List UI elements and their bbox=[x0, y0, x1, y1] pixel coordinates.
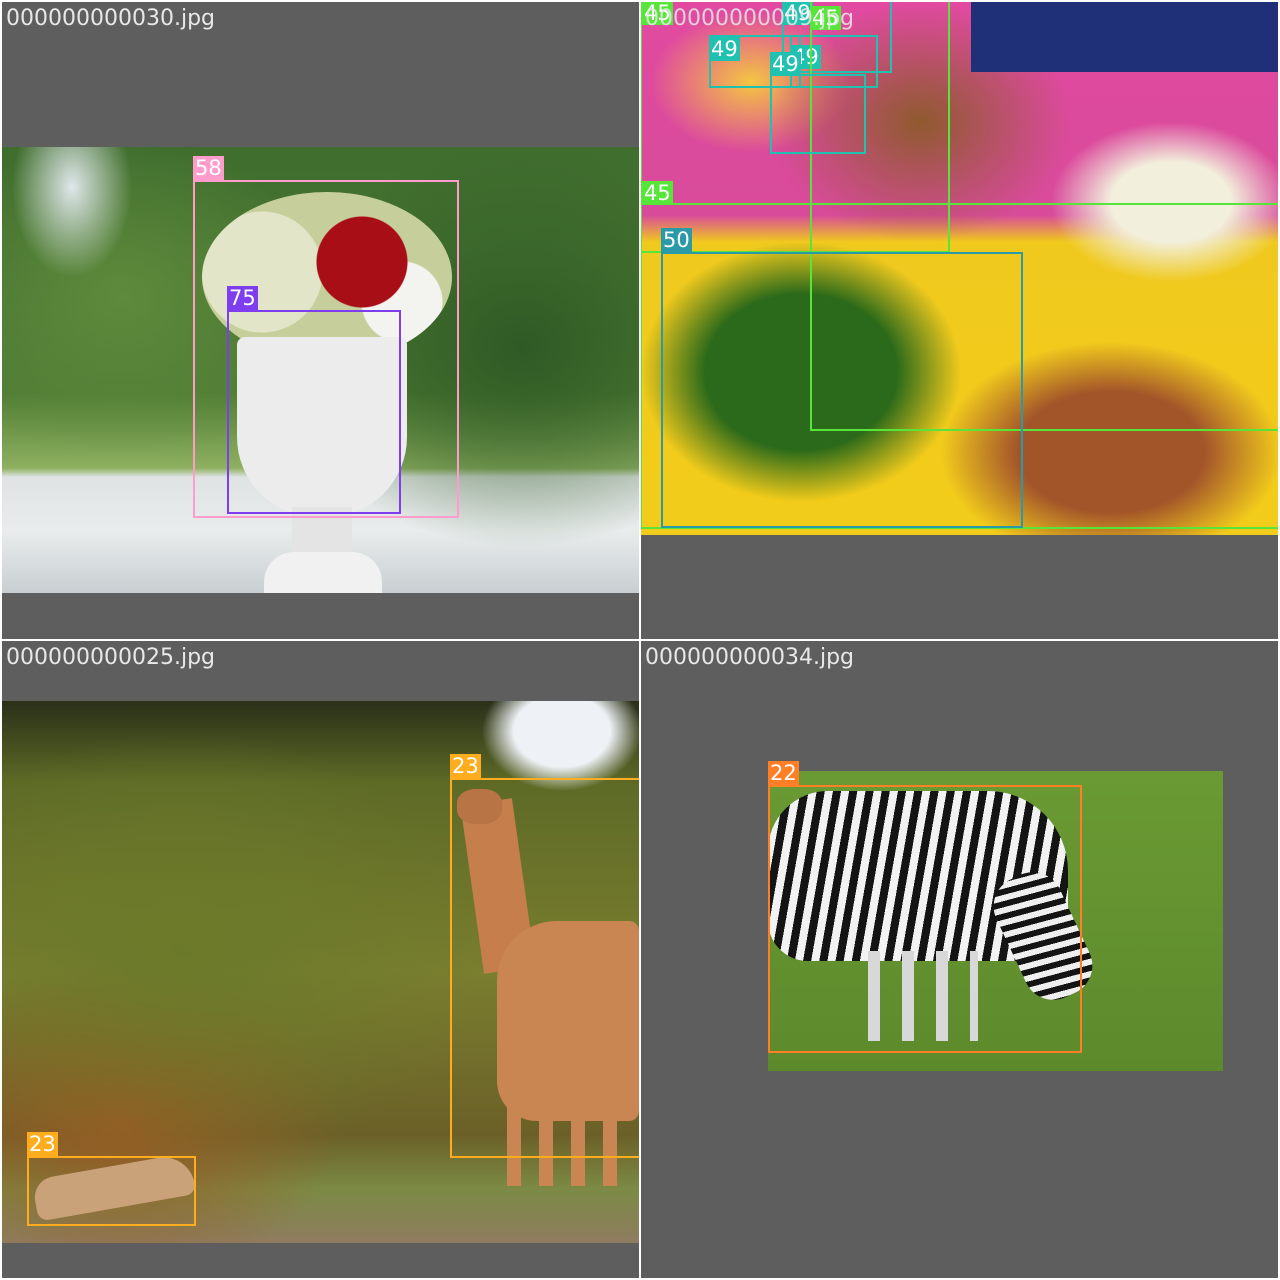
image-filename: 000000000009.jpg bbox=[645, 6, 854, 31]
box-label: 23 bbox=[450, 754, 481, 778]
image-filename: 000000000025.jpg bbox=[6, 645, 215, 670]
box-label: 75 bbox=[227, 286, 258, 310]
image-filename: 000000000030.jpg bbox=[6, 6, 215, 31]
box-label: 45 bbox=[642, 181, 673, 205]
box-label: 23 bbox=[27, 1132, 58, 1156]
image-tile-2: 000000000009.jpg 45 49 49 49 45 49 45 50 bbox=[641, 2, 1278, 639]
vase-foot bbox=[264, 552, 382, 593]
box-label: 49 bbox=[770, 52, 801, 76]
box-label: 50 bbox=[661, 228, 692, 252]
box-label: 49 bbox=[709, 37, 740, 61]
bounding-box: 75 bbox=[227, 286, 401, 514]
bounding-box: 23 bbox=[27, 1132, 196, 1226]
bounding-box: 22 bbox=[768, 761, 1082, 1053]
image-filename: 000000000034.jpg bbox=[645, 645, 854, 670]
image-tile-1: 000000000030.jpg 58 75 bbox=[2, 2, 639, 639]
box-label: 58 bbox=[193, 156, 224, 180]
bounding-box: 49 bbox=[770, 52, 866, 154]
bounding-box: 50 bbox=[661, 228, 1023, 528]
image-tile-3: 000000000025.jpg 23 23 bbox=[2, 641, 639, 1278]
image-tile-4: 000000000034.jpg 22 bbox=[641, 641, 1278, 1278]
bounding-box: 23 bbox=[450, 754, 639, 1158]
box-label: 22 bbox=[768, 761, 799, 785]
